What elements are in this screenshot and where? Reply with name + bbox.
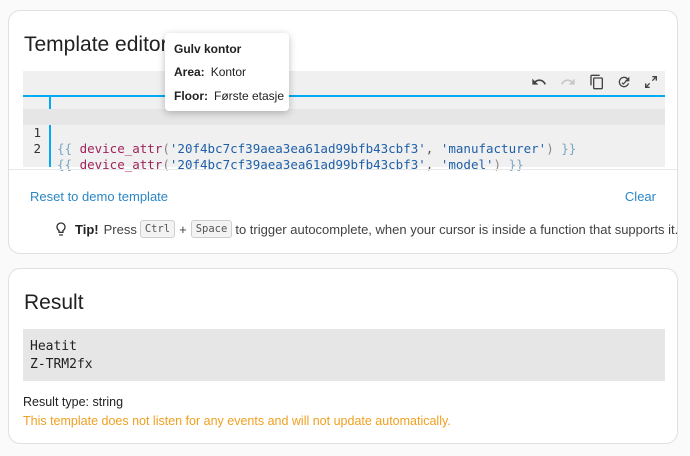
tooltip-floor-label: Floor: [174, 89, 208, 103]
line-code[interactable]: {{ device_attr('20f4bc7cf39aea3ea61ad99b… [57, 141, 576, 157]
result-card: Result Heatit Z-TRM2fx Result type: stri… [8, 268, 678, 444]
result-line: Heatit [30, 339, 77, 354]
result-warning: This template does not listen for any ev… [23, 414, 451, 428]
tip-label: Tip! [75, 221, 99, 237]
tip-text: to trigger autocomplete, when your curso… [235, 221, 679, 237]
undo-icon[interactable] [530, 74, 548, 92]
device-tooltip: Gulv kontor Area: Kontor Floor: Første eta… [165, 33, 289, 111]
ctrl-key: Ctrl [139, 220, 176, 238]
tip-press: Press [103, 221, 137, 237]
reset-to-demo-button[interactable]: Reset to demo template [30, 189, 168, 204]
copy-icon[interactable] [588, 74, 606, 92]
editor-toolbar [23, 71, 665, 97]
comma: , [425, 141, 441, 156]
result-line: Z-TRM2fx [30, 357, 93, 372]
line-code[interactable]: {{ device_attr('20f4bc7cf39aea3ea61ad99b… [57, 157, 524, 173]
clear-button[interactable]: Clear [625, 189, 656, 204]
space-key: Space [190, 220, 233, 238]
result-title: Result [24, 291, 84, 314]
tooltip-title: Gulv kontor [174, 42, 242, 56]
redo-icon[interactable] [559, 74, 577, 92]
template-editor-card: Template editor 1 {{ device_attr('20f4bc… [8, 10, 678, 254]
string-arg: '20f4bc7cf39aea3ea61ad99bfb43cbf3' [169, 141, 426, 156]
code-editor[interactable]: 1 {{ device_attr('20f4bc7cf39aea3ea61ad9… [23, 71, 665, 172]
code-line[interactable]: 2 {{ device_attr('20f4bc7cf39aea3ea61ad9… [23, 125, 665, 172]
template-editor-title: Template editor [24, 33, 168, 56]
code-lines[interactable]: 1 {{ device_attr('20f4bc7cf39aea3ea61ad9… [23, 109, 665, 172]
code-line[interactable]: 1 {{ device_attr('20f4bc7cf39aea3ea61ad9… [23, 109, 665, 156]
tooltip-floor-row: Floor: Første etasje [174, 89, 284, 103]
tooltip-area-label: Area: [174, 65, 205, 79]
autocomplete-tip: Tip! Press Ctrl + Space to trigger autocom… [53, 218, 678, 240]
paren-close: ) [546, 141, 554, 156]
result-output: Heatit Z-TRM2fx [23, 329, 665, 381]
tooltip-area-row: Area: Kontor [174, 65, 246, 79]
string-arg: 'manufacturer' [440, 141, 547, 156]
tooltip-area-value: Kontor [210, 65, 247, 79]
format-icon[interactable] [615, 74, 633, 92]
paren-open: ( [162, 141, 170, 156]
fullscreen-icon[interactable] [642, 74, 660, 92]
card-divider [9, 169, 677, 170]
result-type: Result type: string [23, 395, 124, 409]
lightbulb-icon [56, 222, 66, 236]
line-number: 2 [33, 141, 41, 156]
key-plus: + [179, 221, 187, 237]
function-name: device_attr [79, 141, 163, 156]
template-close: }} [553, 141, 577, 156]
tooltip-floor-value: Første etasje [214, 89, 285, 103]
